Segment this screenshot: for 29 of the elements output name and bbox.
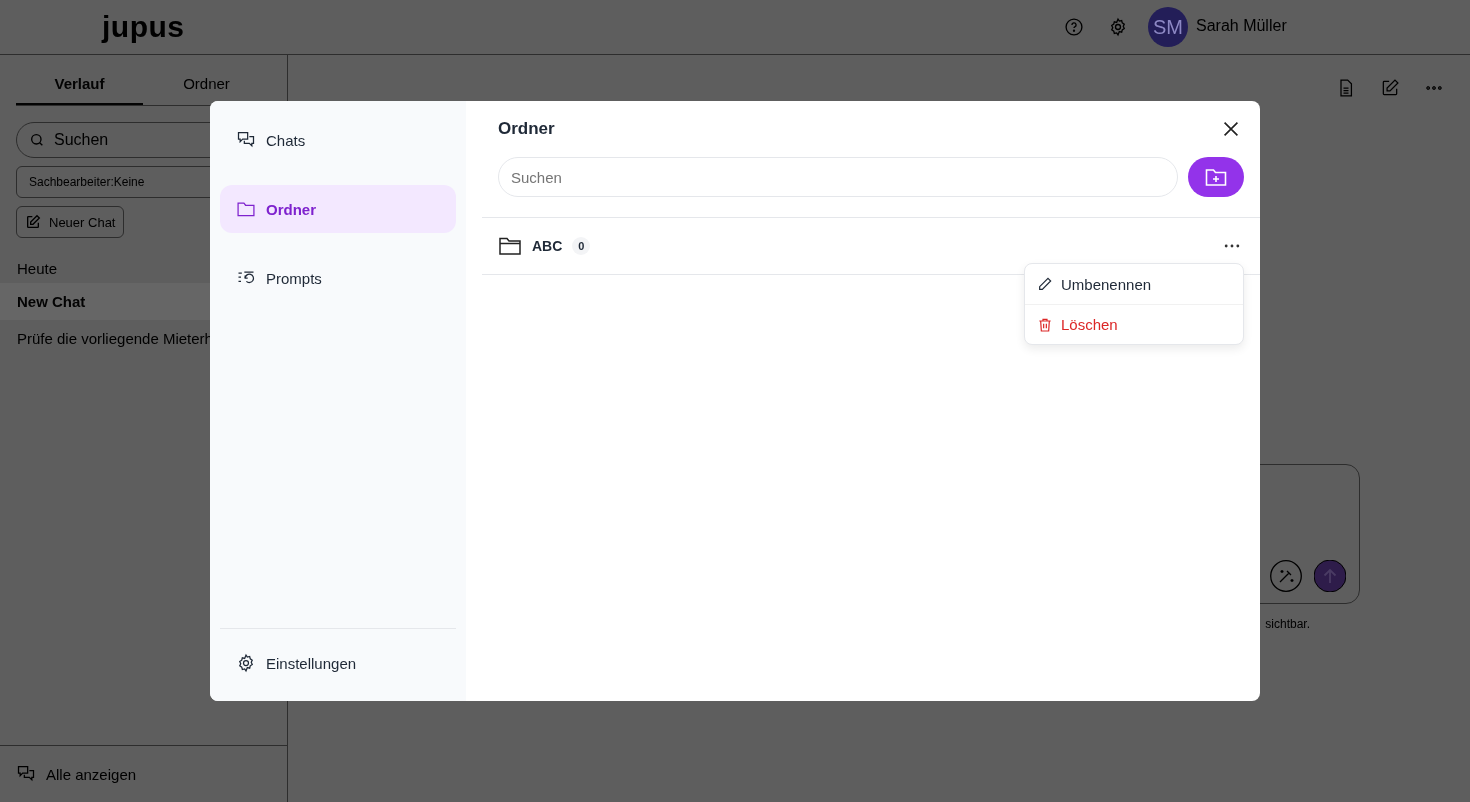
menu-item[interactable]: Löschen — [1025, 304, 1243, 344]
new-folder-button[interactable] — [1188, 157, 1244, 197]
filter-label: Sachbearbeiter: — [29, 175, 114, 189]
avatar[interactable]: SM — [1148, 7, 1188, 47]
sidebar-tab[interactable]: Ordner — [143, 63, 270, 105]
disclaimer-text: sichtbar. — [1265, 617, 1310, 631]
settings-icon[interactable] — [1108, 17, 1128, 37]
show-all-button[interactable]: Alle anzeigen — [16, 764, 137, 784]
edit-icon — [25, 214, 41, 230]
logo[interactable]: jupus — [102, 10, 185, 44]
filter-value: Keine — [113, 175, 145, 189]
dialog-nav-item[interactable]: Ordner — [220, 185, 456, 233]
send-icon[interactable] — [1314, 560, 1346, 592]
sidebar-tab[interactable]: Verlauf — [16, 63, 143, 105]
search-icon — [29, 132, 45, 148]
magic-wand-icon[interactable] — [1270, 560, 1302, 592]
folder-name: ABC — [532, 238, 563, 254]
count-badge: 0 — [572, 237, 591, 255]
edit-icon[interactable] — [1380, 78, 1400, 98]
dialog-title: Ordner — [498, 119, 555, 139]
section-heading: Heute — [17, 260, 59, 277]
user-name: Sarah Müller — [1196, 17, 1287, 35]
settings-icon — [236, 653, 256, 673]
pencil-icon — [1037, 276, 1053, 292]
help-icon[interactable] — [1064, 17, 1084, 37]
new-chat-button[interactable]: Neuer Chat — [16, 206, 125, 238]
trash-icon — [1037, 316, 1053, 333]
settings-nav-item[interactable]: Einstellungen — [220, 639, 373, 687]
dialog-nav-item[interactable]: Chats — [220, 116, 456, 164]
